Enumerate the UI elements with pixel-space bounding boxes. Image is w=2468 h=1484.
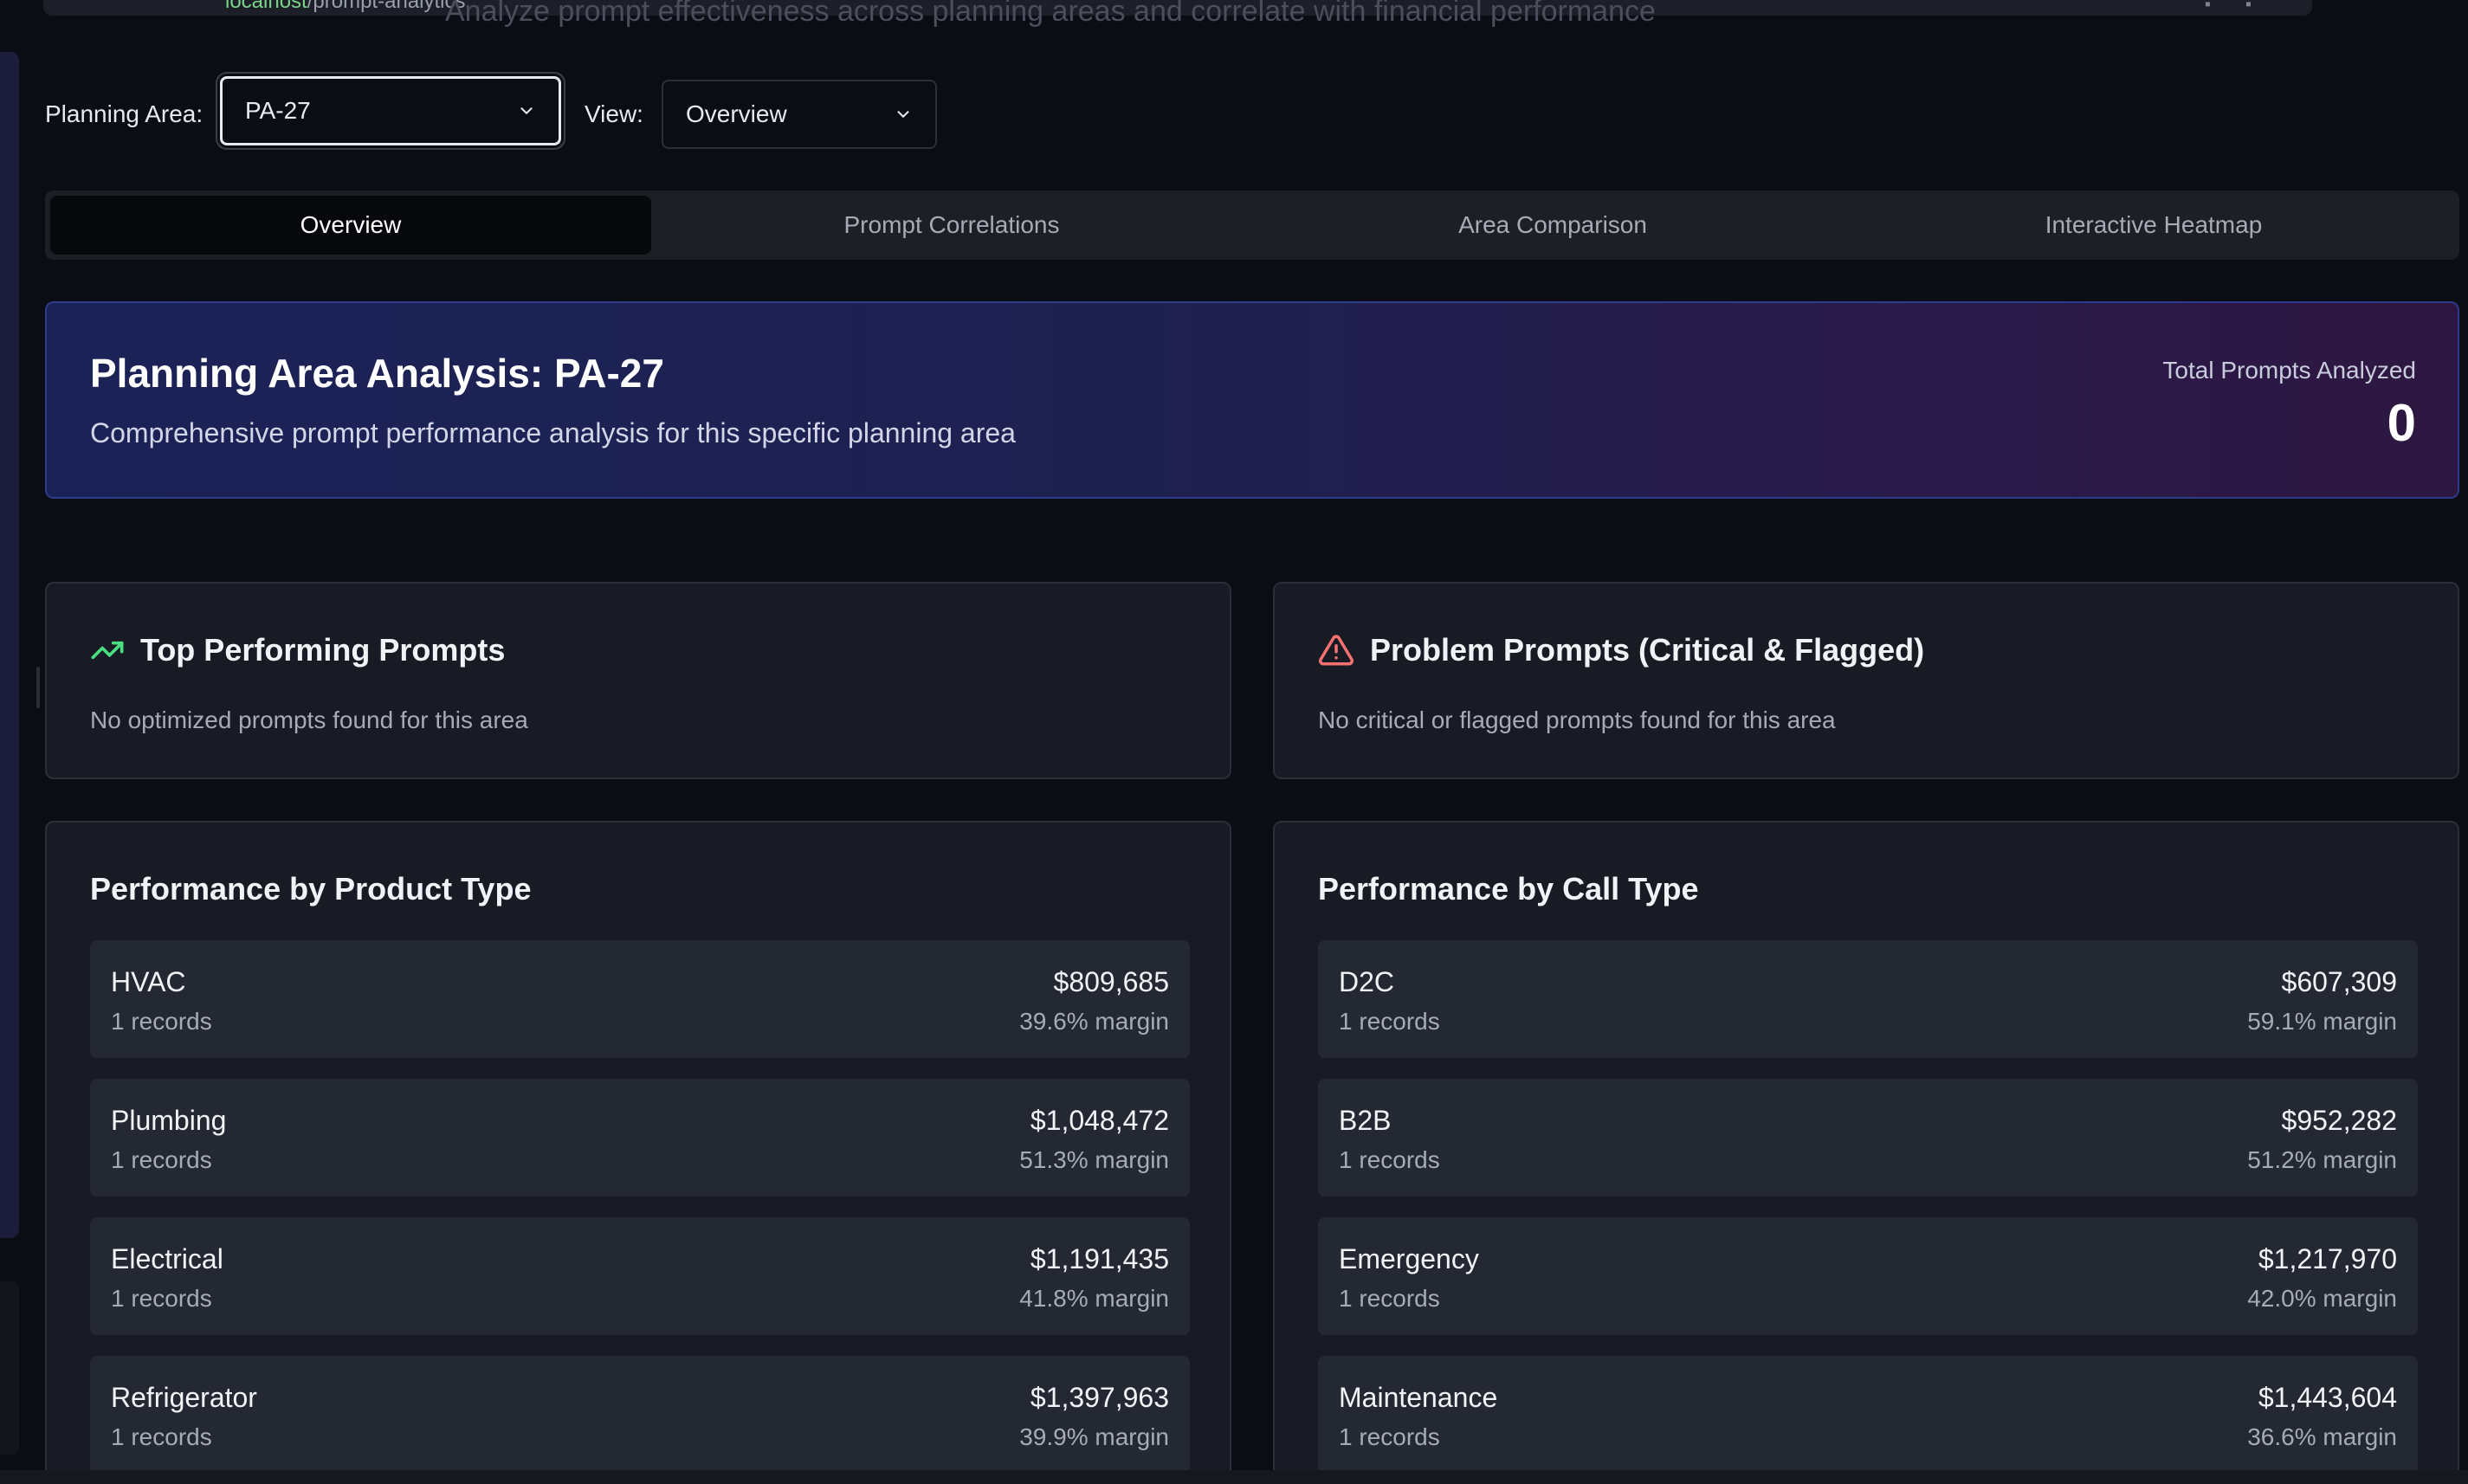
address-bar[interactable]: localhost/prompt-analytics [225, 0, 465, 14]
chevron-down-icon [897, 111, 909, 118]
product-margin: 41.8% margin [1019, 1285, 1169, 1312]
call-type-revenue: $607,309 [2281, 966, 2397, 997]
product-revenue: $1,191,435 [1030, 1243, 1169, 1274]
call-type-records: 1 records [1339, 1146, 1440, 1173]
call-type-card: Performance by Call Type D2C 1 records $… [1273, 821, 2459, 1484]
product-margin: 39.6% margin [1019, 1008, 1169, 1035]
call-type-revenue: $1,443,604 [2258, 1382, 2397, 1413]
sidebar-edge [0, 52, 19, 1238]
view-label: View: [585, 100, 643, 127]
problem-prompts-card: Problem Prompts (Critical & Flagged) No … [1273, 582, 2459, 779]
product-records: 1 records [111, 1146, 212, 1173]
product-name: Plumbing [111, 1105, 227, 1136]
product-type-row: HVAC 1 records $809,685 39.6% margin [90, 940, 1190, 1058]
call-type-row: Emergency 1 records $1,217,970 42.0% mar… [1318, 1217, 2418, 1335]
product-type-row: Refrigerator 1 records $1,397,963 39.9% … [90, 1356, 1190, 1474]
banner-description: Comprehensive prompt performance analysi… [90, 417, 1016, 448]
call-type-row: B2B 1 records $952,282 51.2% margin [1318, 1079, 2418, 1197]
app-root: localhost/prompt-analytics ▪▪ Analyze pr… [0, 0, 2468, 1484]
planning-area-select[interactable]: PA-27 [220, 76, 561, 145]
problem-prompts-empty: No critical or flagged prompts found for… [1318, 707, 1836, 733]
problem-prompts-title-row: Problem Prompts (Critical & Flagged) [1318, 632, 1924, 668]
extension-icon[interactable]: ▪ [2205, 0, 2245, 14]
product-records: 1 records [111, 1423, 212, 1450]
planning-area-label: Planning Area: [45, 100, 204, 127]
view-select[interactable]: Overview [662, 80, 937, 149]
chevron-down-icon [520, 107, 533, 114]
call-type-name: D2C [1339, 966, 1395, 997]
product-revenue: $1,048,472 [1030, 1105, 1169, 1136]
top-prompts-empty: No optimized prompts found for this area [90, 707, 528, 733]
product-revenue: $809,685 [1053, 966, 1169, 997]
top-prompts-title: Top Performing Prompts [140, 632, 506, 668]
call-type-row: D2C 1 records $607,309 59.1% margin [1318, 940, 2418, 1058]
top-prompts-title-row: Top Performing Prompts [90, 632, 505, 668]
call-type-records: 1 records [1339, 1285, 1440, 1312]
product-margin: 51.3% margin [1019, 1146, 1169, 1173]
product-records: 1 records [111, 1008, 212, 1035]
product-type-card: Performance by Product Type HVAC 1 recor… [45, 821, 1231, 1484]
call-type-margin: 42.0% margin [2247, 1285, 2397, 1312]
menu-icon[interactable]: ▪ [2245, 0, 2286, 14]
call-type-records: 1 records [1339, 1008, 1440, 1035]
call-type-revenue: $952,282 [2281, 1105, 2397, 1136]
bottom-edge [0, 1470, 2468, 1484]
product-margin: 39.9% margin [1019, 1423, 1169, 1450]
tab-interactive-heatmap[interactable]: Interactive Heatmap [1853, 196, 2454, 255]
product-name: Electrical [111, 1243, 223, 1274]
tab-area-comparison[interactable]: Area Comparison [1252, 196, 1853, 255]
product-name: Refrigerator [111, 1382, 257, 1413]
product-records: 1 records [111, 1285, 212, 1312]
call-type-title: Performance by Call Type [1318, 871, 1699, 907]
call-type-records: 1 records [1339, 1423, 1440, 1450]
product-type-title: Performance by Product Type [90, 871, 532, 907]
banner-title: Planning Area Analysis: PA-27 [90, 351, 664, 396]
trending-up-icon [91, 641, 124, 660]
product-revenue: $1,397,963 [1030, 1382, 1169, 1413]
problem-prompts-title: Problem Prompts (Critical & Flagged) [1370, 632, 1925, 668]
product-type-row: Electrical 1 records $1,191,435 41.8% ma… [90, 1217, 1190, 1335]
tab-overview[interactable]: Overview [50, 196, 651, 255]
call-type-margin: 59.1% margin [2247, 1008, 2397, 1035]
call-type-name: Emergency [1339, 1243, 1479, 1274]
planning-area-value: PA-27 [245, 97, 311, 124]
call-type-name: Maintenance [1339, 1382, 1498, 1413]
tab-bar: Overview Prompt Correlations Area Compar… [45, 190, 2459, 260]
alert-triangle-icon [1318, 635, 1354, 666]
page-subtitle: Analyze prompt effectiveness across plan… [445, 0, 1656, 28]
call-type-row: Maintenance 1 records $1,443,604 36.6% m… [1318, 1356, 2418, 1474]
product-name: HVAC [111, 966, 186, 997]
call-type-margin: 36.6% margin [2247, 1423, 2397, 1450]
planning-area-banner: Planning Area Analysis: PA-27 Comprehens… [45, 301, 2459, 499]
total-prompts-label: Total Prompts Analyzed [2162, 357, 2416, 384]
total-prompts-value: 0 [2387, 394, 2416, 452]
url-host: localhost [225, 0, 307, 13]
call-type-revenue: $1,217,970 [2258, 1243, 2397, 1274]
product-type-row: Plumbing 1 records $1,048,472 51.3% marg… [90, 1079, 1190, 1197]
top-prompts-card: Top Performing Prompts No optimized prom… [45, 582, 1231, 779]
view-value: Overview [686, 100, 787, 127]
tab-prompt-correlations[interactable]: Prompt Correlations [651, 196, 1252, 255]
browser-toolbar-icons: ▪▪ [2205, 0, 2286, 15]
call-type-name: B2B [1339, 1105, 1392, 1136]
url-path: /prompt-analytics [307, 0, 466, 13]
sidebar-edge-lower [0, 1281, 19, 1455]
resize-handle[interactable] [36, 667, 40, 708]
call-type-margin: 51.2% margin [2247, 1146, 2397, 1173]
